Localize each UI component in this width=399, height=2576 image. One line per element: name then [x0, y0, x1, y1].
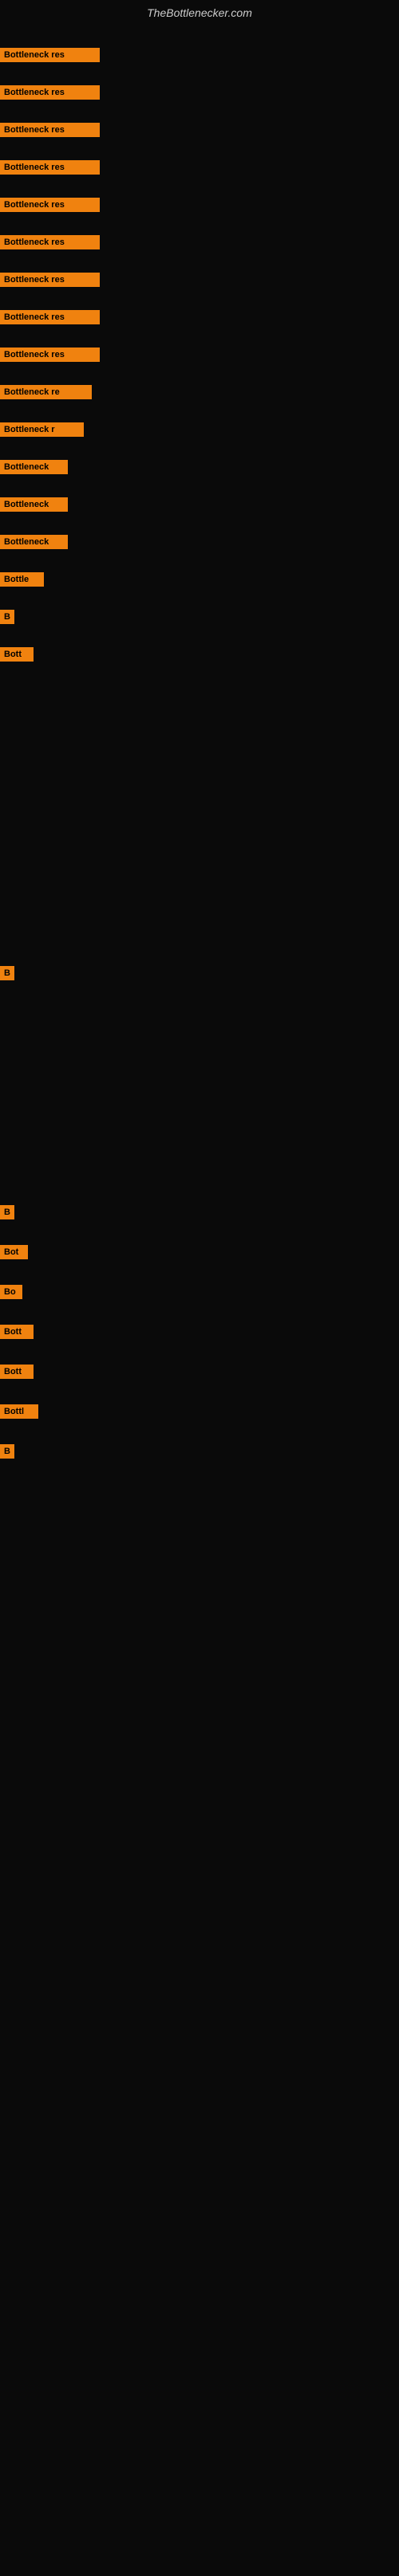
- bottleneck-label-1[interactable]: Bottleneck res: [0, 48, 100, 62]
- bottleneck-label-24[interactable]: Bottl: [0, 1404, 38, 1419]
- site-title: TheBottlenecker.com: [0, 0, 399, 26]
- bottleneck-label-5[interactable]: Bottleneck res: [0, 198, 100, 212]
- bottleneck-label-12[interactable]: Bottleneck: [0, 460, 68, 474]
- bottleneck-label-8[interactable]: Bottleneck res: [0, 310, 100, 324]
- bottleneck-label-16[interactable]: B: [0, 610, 14, 624]
- bottleneck-label-10[interactable]: Bottleneck re: [0, 385, 92, 399]
- bottleneck-label-3[interactable]: Bottleneck res: [0, 123, 100, 137]
- bottleneck-label-2[interactable]: Bottleneck res: [0, 85, 100, 100]
- bottleneck-label-25[interactable]: B: [0, 1444, 14, 1459]
- bottleneck-label-21[interactable]: Bo: [0, 1285, 22, 1299]
- bottleneck-label-15[interactable]: Bottle: [0, 572, 44, 587]
- bottleneck-label-7[interactable]: Bottleneck res: [0, 273, 100, 287]
- bottleneck-label-9[interactable]: Bottleneck res: [0, 348, 100, 362]
- bottleneck-label-6[interactable]: Bottleneck res: [0, 235, 100, 249]
- bottleneck-label-4[interactable]: Bottleneck res: [0, 160, 100, 175]
- bottleneck-label-22[interactable]: Bott: [0, 1325, 34, 1339]
- bottleneck-label-17[interactable]: Bott: [0, 647, 34, 662]
- bottleneck-label-19[interactable]: B: [0, 1205, 14, 1219]
- bottleneck-label-11[interactable]: Bottleneck r: [0, 422, 84, 437]
- bottleneck-label-18[interactable]: B: [0, 966, 14, 980]
- bottleneck-label-20[interactable]: Bot: [0, 1245, 28, 1259]
- bottleneck-label-23[interactable]: Bott: [0, 1365, 34, 1379]
- bottleneck-label-14[interactable]: Bottleneck: [0, 535, 68, 549]
- bottleneck-label-13[interactable]: Bottleneck: [0, 497, 68, 512]
